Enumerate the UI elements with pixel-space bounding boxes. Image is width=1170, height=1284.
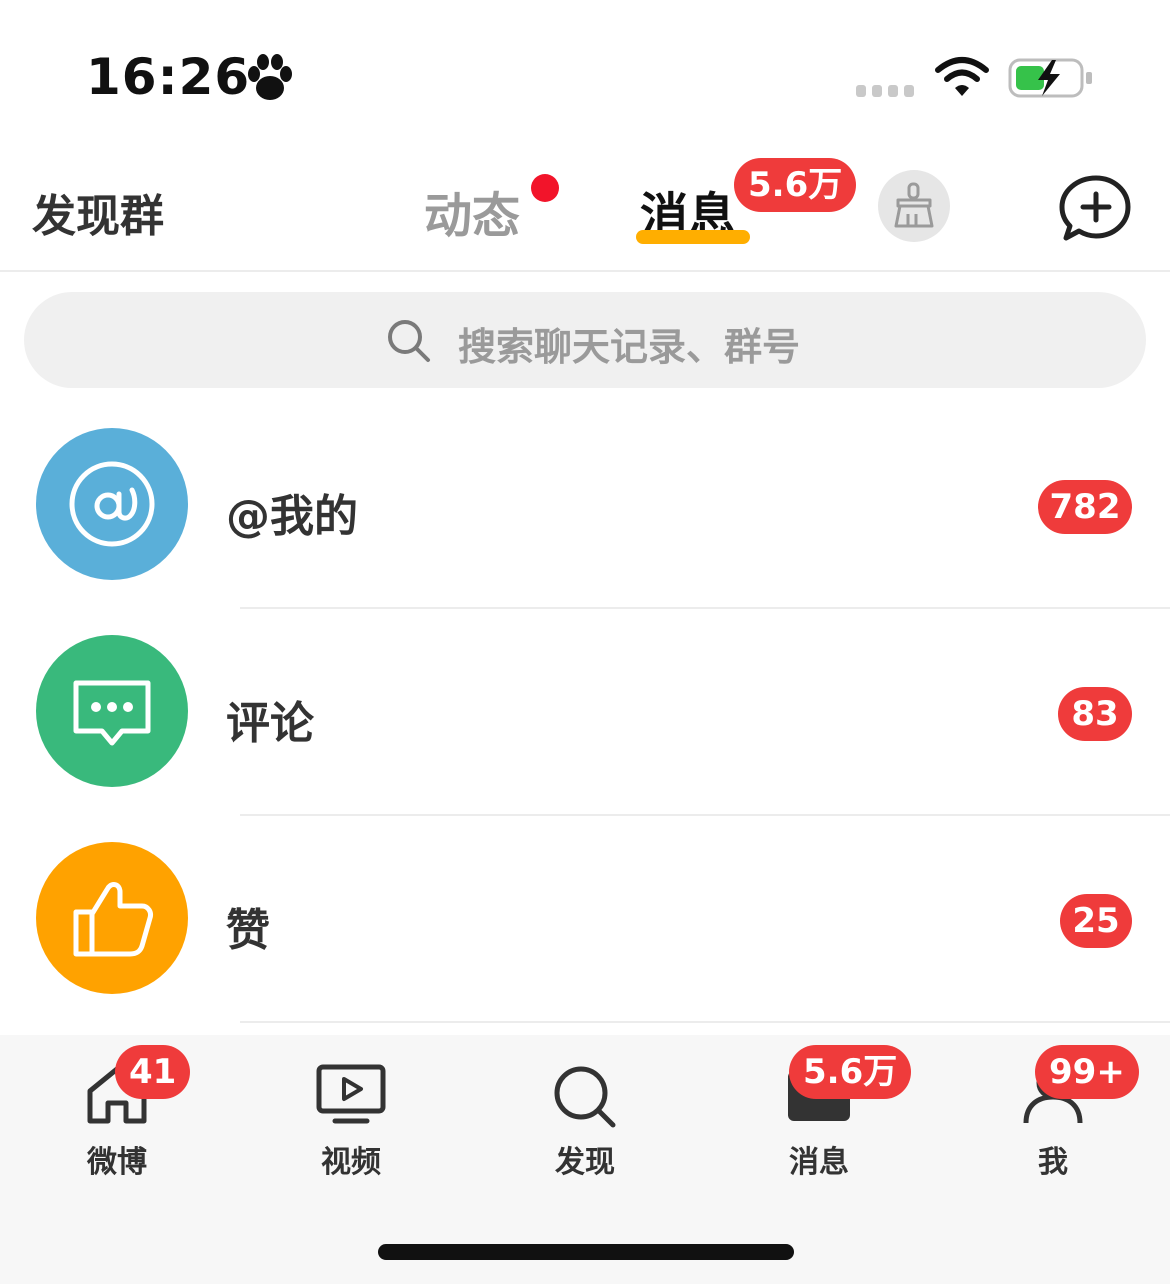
tab-me-badge: 99+	[1035, 1045, 1139, 1099]
thumbs-up-icon	[73, 882, 153, 957]
tab-weibo-badge: 41	[115, 1045, 191, 1099]
tab-label: 视频	[321, 1145, 381, 1180]
tab-messages-bottom[interactable]: 消息 5.6万	[729, 1035, 912, 1185]
tab-feed[interactable]: 动态	[424, 176, 520, 246]
discover-group-link[interactable]: 发现群	[32, 180, 164, 244]
list-item-label: 评论	[226, 698, 314, 749]
tab-messages-bottom-badge: 5.6万	[789, 1045, 912, 1099]
messages-header: 发现群 动态 消息 5.6万	[0, 150, 1170, 272]
list-item-comments[interactable]: 评论 83	[0, 607, 1170, 816]
search-placeholder: 搜索聊天记录、群号	[458, 325, 801, 369]
status-time: 16:26	[86, 48, 251, 106]
comment-bubble-icon	[73, 680, 151, 746]
search-icon	[388, 320, 430, 362]
video-icon	[316, 1064, 386, 1124]
tab-label: 消息	[789, 1145, 849, 1180]
tab-feed-unread-dot	[531, 174, 559, 202]
list-item-likes[interactable]: 赞 25	[0, 814, 1170, 1023]
search-icon	[554, 1066, 616, 1128]
unread-count-badge: 25	[1060, 894, 1132, 948]
at-sign-icon	[69, 461, 155, 547]
tab-weibo[interactable]: 微博 41	[27, 1035, 207, 1185]
tab-label: 发现	[555, 1145, 615, 1180]
signal-icon	[856, 85, 914, 97]
status-bar: 16:26	[0, 0, 1170, 150]
tab-label: 微博	[87, 1145, 147, 1180]
tab-discover[interactable]: 发现	[495, 1035, 675, 1185]
tab-messages-badge: 5.6万	[734, 158, 857, 212]
search-input[interactable]: 搜索聊天记录、群号	[24, 292, 1146, 388]
battery-charging-icon	[1008, 58, 1092, 98]
tab-video[interactable]: 视频	[261, 1035, 441, 1185]
unread-count-badge: 83	[1058, 687, 1132, 741]
unread-count-badge: 782	[1038, 480, 1132, 534]
tab-label: 我	[1038, 1145, 1068, 1180]
comments-avatar	[36, 635, 188, 787]
list-item-label: 赞	[226, 905, 270, 956]
add-chat-icon[interactable]	[1058, 174, 1134, 244]
active-tab-indicator	[636, 230, 750, 244]
mentions-avatar	[36, 428, 188, 580]
home-indicator[interactable]	[378, 1244, 794, 1260]
clear-unread-button[interactable]	[878, 170, 950, 242]
divider	[240, 1021, 1170, 1023]
wifi-icon	[935, 57, 989, 96]
tab-me[interactable]: 我 99+	[963, 1035, 1143, 1185]
likes-avatar	[36, 842, 188, 994]
list-item-label: @我的	[226, 491, 358, 542]
list-item-mentions[interactable]: @我的 782	[0, 400, 1170, 609]
paw-icon	[248, 54, 292, 100]
broom-icon	[894, 182, 934, 228]
